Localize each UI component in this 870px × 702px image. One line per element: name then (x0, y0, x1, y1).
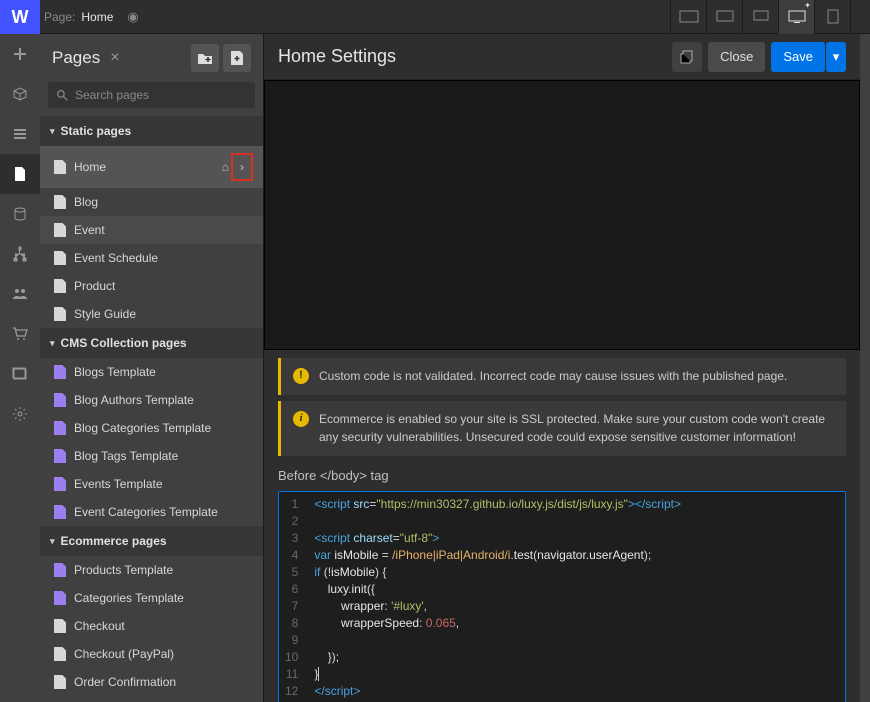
page-label: Blog Authors Template (74, 393, 194, 407)
page-item[interactable]: Checkout (PayPal) (40, 640, 263, 668)
new-page-button[interactable] (223, 44, 251, 72)
page-item[interactable]: Blog (40, 188, 263, 216)
page-icon (54, 619, 66, 633)
template-icon (54, 393, 66, 407)
users-icon[interactable] (0, 274, 40, 314)
page-label: Blog Categories Template (74, 421, 211, 435)
page-item[interactable]: Order Confirmation (40, 668, 263, 696)
code-content[interactable]: <script src="https://min30327.github.io/… (306, 492, 845, 702)
search-field[interactable] (75, 88, 247, 102)
page-item[interactable]: Style Guide (40, 300, 263, 328)
template-icon (54, 421, 66, 435)
page-label: Event Categories Template (74, 505, 218, 519)
page-label: Order Confirmation (74, 675, 176, 689)
page-item[interactable]: Product (40, 272, 263, 300)
page-item[interactable]: Blog Authors Template (40, 386, 263, 414)
template-icon (54, 505, 66, 519)
page-label: Blog Tags Template (74, 449, 178, 463)
layers-icon[interactable] (0, 114, 40, 154)
page-item[interactable]: Categories Template (40, 584, 263, 612)
page-icon (54, 195, 66, 209)
page-label: Checkout (PayPal) (74, 647, 174, 661)
webflow-logo[interactable]: W (0, 0, 40, 34)
add-icon[interactable] (0, 34, 40, 74)
page-label: Event (74, 223, 105, 237)
page-item[interactable]: Event Schedule (40, 244, 263, 272)
page-icon (54, 307, 66, 321)
page-item[interactable]: Products Template (40, 556, 263, 584)
current-page[interactable]: Home (81, 10, 113, 24)
right-rail (860, 34, 870, 702)
pages-icon[interactable] (0, 154, 40, 194)
alert-validation: Custom code is not validated. Incorrect … (278, 358, 846, 395)
alert-ssl: Ecommerce is enabled so your site is SSL… (278, 401, 846, 456)
device-xl-icon[interactable] (670, 0, 706, 34)
cart-icon[interactable] (0, 314, 40, 354)
save-button[interactable]: Save (771, 42, 825, 72)
device-default-icon[interactable] (778, 0, 814, 34)
template-icon (54, 477, 66, 491)
page-item[interactable]: Event Categories Template (40, 498, 263, 526)
settings-icon[interactable] (0, 394, 40, 434)
page-label: Home (74, 160, 106, 174)
save-dropdown-icon[interactable]: ▾ (826, 42, 846, 72)
preview-area (264, 80, 860, 350)
device-lg-icon[interactable] (706, 0, 742, 34)
page-item[interactable]: Event (40, 216, 263, 244)
close-button[interactable]: Close (708, 42, 765, 72)
device-md-icon[interactable] (742, 0, 778, 34)
page-label: Event Schedule (74, 251, 158, 265)
line-gutter: 123456789101112 (279, 492, 306, 702)
page-icon (54, 160, 66, 174)
page-label: Products Template (74, 563, 173, 577)
page-item[interactable]: Home ⌂› (40, 146, 263, 188)
page-label: Style Guide (74, 307, 136, 321)
section-header[interactable]: Ecommerce pages (40, 526, 263, 556)
page-label: Blogs Template (74, 365, 156, 379)
search-input[interactable] (48, 82, 255, 108)
page-icon (54, 647, 66, 661)
page-item[interactable]: Events Template (40, 470, 263, 498)
section-header[interactable]: Static pages (40, 116, 263, 146)
settings-title: Home Settings (278, 46, 396, 67)
page-settings-icon[interactable]: › (231, 153, 253, 181)
page-item[interactable]: Blog Tags Template (40, 442, 263, 470)
page-label: Checkout (74, 619, 125, 633)
template-icon (54, 365, 66, 379)
template-icon (54, 591, 66, 605)
page-icon (54, 251, 66, 265)
page-label: Page: (44, 10, 75, 24)
page-label: Product (74, 279, 115, 293)
copy-icon[interactable] (672, 42, 702, 72)
template-icon (54, 449, 66, 463)
device-tablet-icon[interactable] (814, 0, 850, 34)
page-item[interactable]: Blogs Template (40, 358, 263, 386)
page-icon (54, 279, 66, 293)
tree-icon[interactable] (0, 234, 40, 274)
section-header[interactable]: CMS Collection pages (40, 328, 263, 358)
code-editor[interactable]: 123456789101112 <script src="https://min… (278, 491, 846, 702)
box-icon[interactable] (0, 74, 40, 114)
page-icon (54, 675, 66, 689)
cms-icon[interactable] (0, 194, 40, 234)
page-label: Categories Template (74, 591, 184, 605)
device-mobile-icon[interactable] (850, 0, 870, 34)
before-body-label: Before </body> tag (264, 462, 860, 491)
page-label: Blog (74, 195, 98, 209)
preview-icon[interactable]: ◉ (127, 9, 138, 25)
page-item[interactable]: Checkout (40, 612, 263, 640)
home-icon: ⌂ (222, 160, 229, 174)
new-folder-button[interactable] (191, 44, 219, 72)
page-icon (54, 223, 66, 237)
page-label: Events Template (74, 477, 163, 491)
assets-icon[interactable] (0, 354, 40, 394)
close-panel-icon[interactable]: × (110, 49, 119, 67)
panel-title: Pages (52, 48, 100, 68)
template-icon (54, 563, 66, 577)
page-item[interactable]: Blog Categories Template (40, 414, 263, 442)
search-icon (56, 89, 69, 102)
